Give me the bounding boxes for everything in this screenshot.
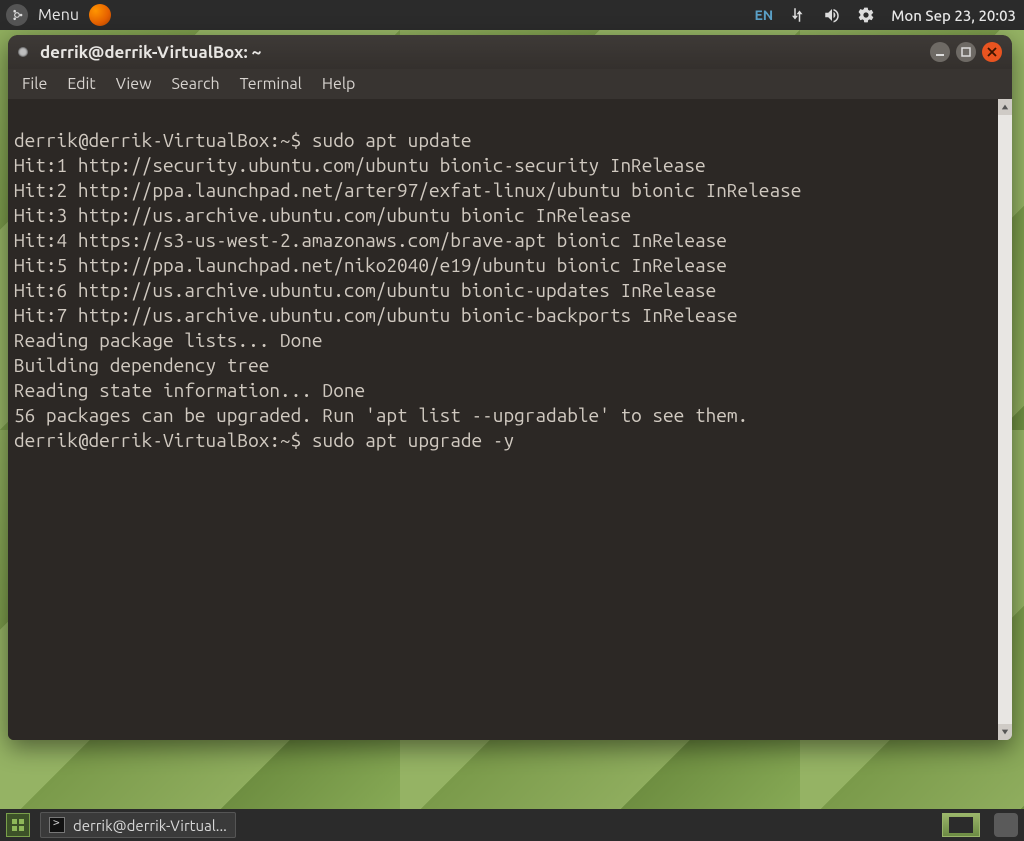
terminal-scrollbar[interactable] [998,99,1012,740]
terminal-line: Hit:5 http://ppa.launchpad.net/niko2040/… [14,254,727,276]
terminal-line: derrik@derrik-VirtualBox:~$ sudo apt upg… [14,429,514,451]
terminal-line: Hit:7 http://us.archive.ubuntu.com/ubunt… [14,304,738,326]
terminal-icon [49,817,65,833]
menu-help[interactable]: Help [322,75,356,93]
user-face-icon[interactable] [994,813,1018,837]
distributor-logo-icon[interactable] [6,4,28,26]
volume-icon[interactable] [823,6,841,24]
terminal-line: Hit:6 http://us.archive.ubuntu.com/ubunt… [14,279,716,301]
show-desktop-button[interactable] [942,813,980,837]
scroll-down-icon[interactable] [998,724,1012,740]
close-button[interactable] [982,42,1002,62]
terminal-line: Hit:4 https://s3-us-west-2.amazonaws.com… [14,229,727,251]
maximize-button[interactable] [956,42,976,62]
minimize-button[interactable] [930,42,950,62]
show-applications-button[interactable] [6,813,30,837]
terminal-line: Reading package lists... Done [14,329,323,351]
taskbar-entry-terminal[interactable]: derrik@derrik-Virtual... [40,812,236,838]
terminal-output[interactable]: derrik@derrik-VirtualBox:~$ sudo apt upd… [8,99,1012,740]
menu-search[interactable]: Search [172,75,220,93]
keyboard-language-indicator[interactable]: EN [754,7,773,23]
terminal-line: Hit:1 http://security.ubuntu.com/ubuntu … [14,154,706,176]
bottom-taskbar: derrik@derrik-Virtual... [0,809,1024,841]
terminal-menubar: File Edit View Search Terminal Help [8,69,1012,99]
taskbar-entry-label: derrik@derrik-Virtual... [73,817,227,834]
terminal-line: Hit:3 http://us.archive.ubuntu.com/ubunt… [14,204,631,226]
terminal-line: Building dependency tree [14,354,269,376]
top-panel: Menu EN Mon Sep 23, 20:03 [0,0,1024,30]
app-indicator-icon [18,47,28,57]
menu-terminal[interactable]: Terminal [240,75,302,93]
clock[interactable]: Mon Sep 23, 20:03 [891,7,1016,24]
menu-file[interactable]: File [22,75,47,93]
scroll-up-icon[interactable] [998,99,1012,115]
applications-menu[interactable]: Menu [38,6,79,24]
network-icon[interactable] [789,6,807,24]
menu-view[interactable]: View [116,75,152,93]
menu-edit[interactable]: Edit [67,75,95,93]
firefox-icon[interactable] [89,4,111,26]
terminal-window: derrik@derrik-VirtualBox: ~ File Edit Vi… [8,35,1012,740]
window-title: derrik@derrik-VirtualBox: ~ [40,43,261,62]
terminal-line: 56 packages can be upgraded. Run 'apt li… [14,404,748,426]
terminal-line: Hit:2 http://ppa.launchpad.net/arter97/e… [14,179,801,201]
window-titlebar[interactable]: derrik@derrik-VirtualBox: ~ [8,35,1012,69]
terminal-line: derrik@derrik-VirtualBox:~$ sudo apt upd… [14,129,472,151]
settings-gear-icon[interactable] [857,6,875,24]
terminal-line: Reading state information... Done [14,379,365,401]
